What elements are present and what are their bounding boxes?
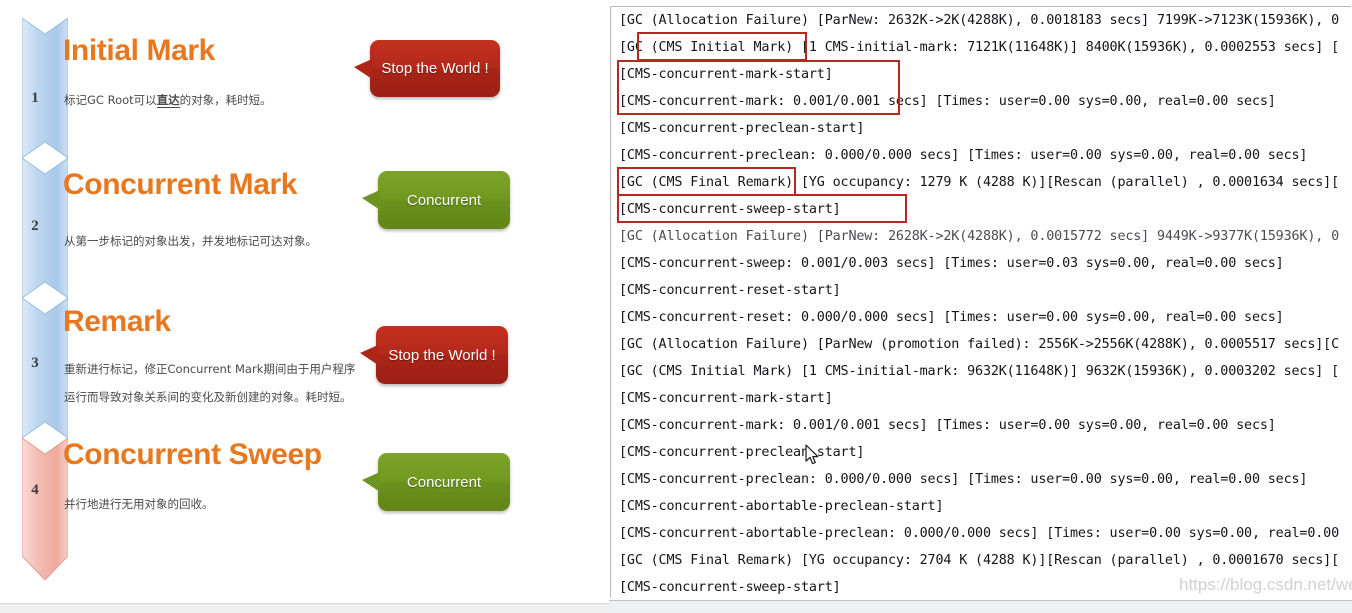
log-line: [CMS-concurrent-sweep: 0.001/0.003 secs]… <box>619 256 1284 271</box>
arrow-segment-1 <box>22 18 68 158</box>
badge-label-4: Concurrent <box>406 473 482 491</box>
badge-stop-the-world-1: Stop the World ! <box>354 40 500 97</box>
step-desc-3-line2: 运行而导致对象关系间的变化及新创建的对象。耗时短。 <box>64 390 352 404</box>
step-title-3: Remark <box>63 305 171 338</box>
bubble-tail-icon <box>362 190 380 210</box>
log-line: [GC (CMS Initial Mark) [1 CMS-initial-ma… <box>619 40 1339 55</box>
cms-phases-slide: 1 Initial Mark 标记GC Root可以直达的对象，耗时短。 Sto… <box>0 0 609 613</box>
log-line: [CMS-concurrent-mark-start] <box>619 391 833 406</box>
log-line: [CMS-concurrent-mark: 0.001/0.001 secs] … <box>619 418 1276 433</box>
arrow-segment-4 <box>22 438 68 580</box>
log-line: [CMS-concurrent-reset-start] <box>619 283 841 298</box>
badge-label-3: Stop the World ! <box>388 346 496 364</box>
log-line: [GC (CMS Final Remark) [YG occupancy: 27… <box>619 553 1339 568</box>
log-panel-bottom-bar <box>609 600 1352 613</box>
step-number-4: 4 <box>31 482 39 498</box>
step-number-1: 1 <box>31 90 39 106</box>
log-panel-left-border <box>610 6 611 598</box>
step-desc-3-line1: 重新进行标记，修正Concurrent Mark期间由于用户程序 <box>64 362 356 376</box>
log-line: [CMS-concurrent-sweep-start] <box>619 580 841 595</box>
bubble-tail-icon <box>362 472 380 492</box>
log-line: [CMS-concurrent-abortable-preclean-start… <box>619 499 944 514</box>
log-line: [CMS-concurrent-preclean-start] <box>619 121 865 136</box>
log-line: [GC (CMS Initial Mark) [1 CMS-initial-ma… <box>619 364 1339 379</box>
badge-concurrent-4: Concurrent <box>362 453 510 511</box>
log-line: [GC (Allocation Failure) [ParNew: 2632K-… <box>619 13 1339 28</box>
log-line: [CMS-concurrent-preclean: 0.000/0.000 se… <box>619 148 1308 163</box>
slide-bottom-divider <box>0 603 609 613</box>
step-title-1: Initial Mark <box>63 34 215 67</box>
step-desc-1: 标记GC Root可以直达的对象，耗时短。 <box>64 91 272 110</box>
step-number-2: 2 <box>31 218 39 234</box>
bubble-tail-icon <box>360 345 378 365</box>
log-line: [CMS-concurrent-abortable-preclean: 0.00… <box>619 526 1339 541</box>
bubble-tail-icon <box>354 58 372 79</box>
watermark-text: https://blog.csdn.net/weixin_41910694 <box>1179 575 1352 594</box>
badge-label-1: Stop the World ! <box>381 60 489 77</box>
slide-content: 1 Initial Mark 标记GC Root可以直达的对象，耗时短。 Sto… <box>0 0 609 600</box>
badge-stop-the-world-3: Stop the World ! <box>360 326 508 384</box>
step-title-4: Concurrent Sweep <box>63 438 322 471</box>
step-desc-1-emphasis: 直达 <box>156 93 180 108</box>
log-line: [CMS-concurrent-sweep-start] <box>619 202 841 217</box>
log-line: [CMS-concurrent-reset: 0.000/0.000 secs]… <box>619 310 1284 325</box>
step-desc-1-pre: 标记GC Root可以 <box>64 93 157 107</box>
step-title-2: Concurrent Mark <box>63 168 298 201</box>
gc-log-panel[interactable]: [GC (Allocation Failure) [ParNew: 2632K-… <box>609 0 1352 613</box>
log-line: [GC (CMS Final Remark) [YG occupancy: 12… <box>619 175 1339 190</box>
log-line: [CMS-concurrent-preclean-start] <box>619 445 865 460</box>
step-desc-1-post: 的对象，耗时短。 <box>179 93 272 107</box>
badge-concurrent-2: Concurrent <box>362 171 510 229</box>
log-line: [GC (Allocation Failure) [ParNew: 2628K-… <box>619 229 1339 244</box>
step-desc-2: 从第一步标记的对象出发，并发地标记可达对象。 <box>64 234 317 248</box>
log-line: [CMS-concurrent-mark: 0.001/0.001 secs] … <box>619 94 1276 109</box>
screenshot-root: 1 Initial Mark 标记GC Root可以直达的对象，耗时短。 Sto… <box>0 0 1352 613</box>
log-line: [CMS-concurrent-preclean: 0.000/0.000 se… <box>619 472 1308 487</box>
log-line: [CMS-concurrent-mark-start] <box>619 67 833 82</box>
step-desc-4: 并行地进行无用对象的回收。 <box>64 497 214 511</box>
badge-label-2: Concurrent <box>406 191 482 209</box>
log-line: [GC (Allocation Failure) [ParNew (promot… <box>619 337 1339 352</box>
step-number-3: 3 <box>31 355 39 371</box>
